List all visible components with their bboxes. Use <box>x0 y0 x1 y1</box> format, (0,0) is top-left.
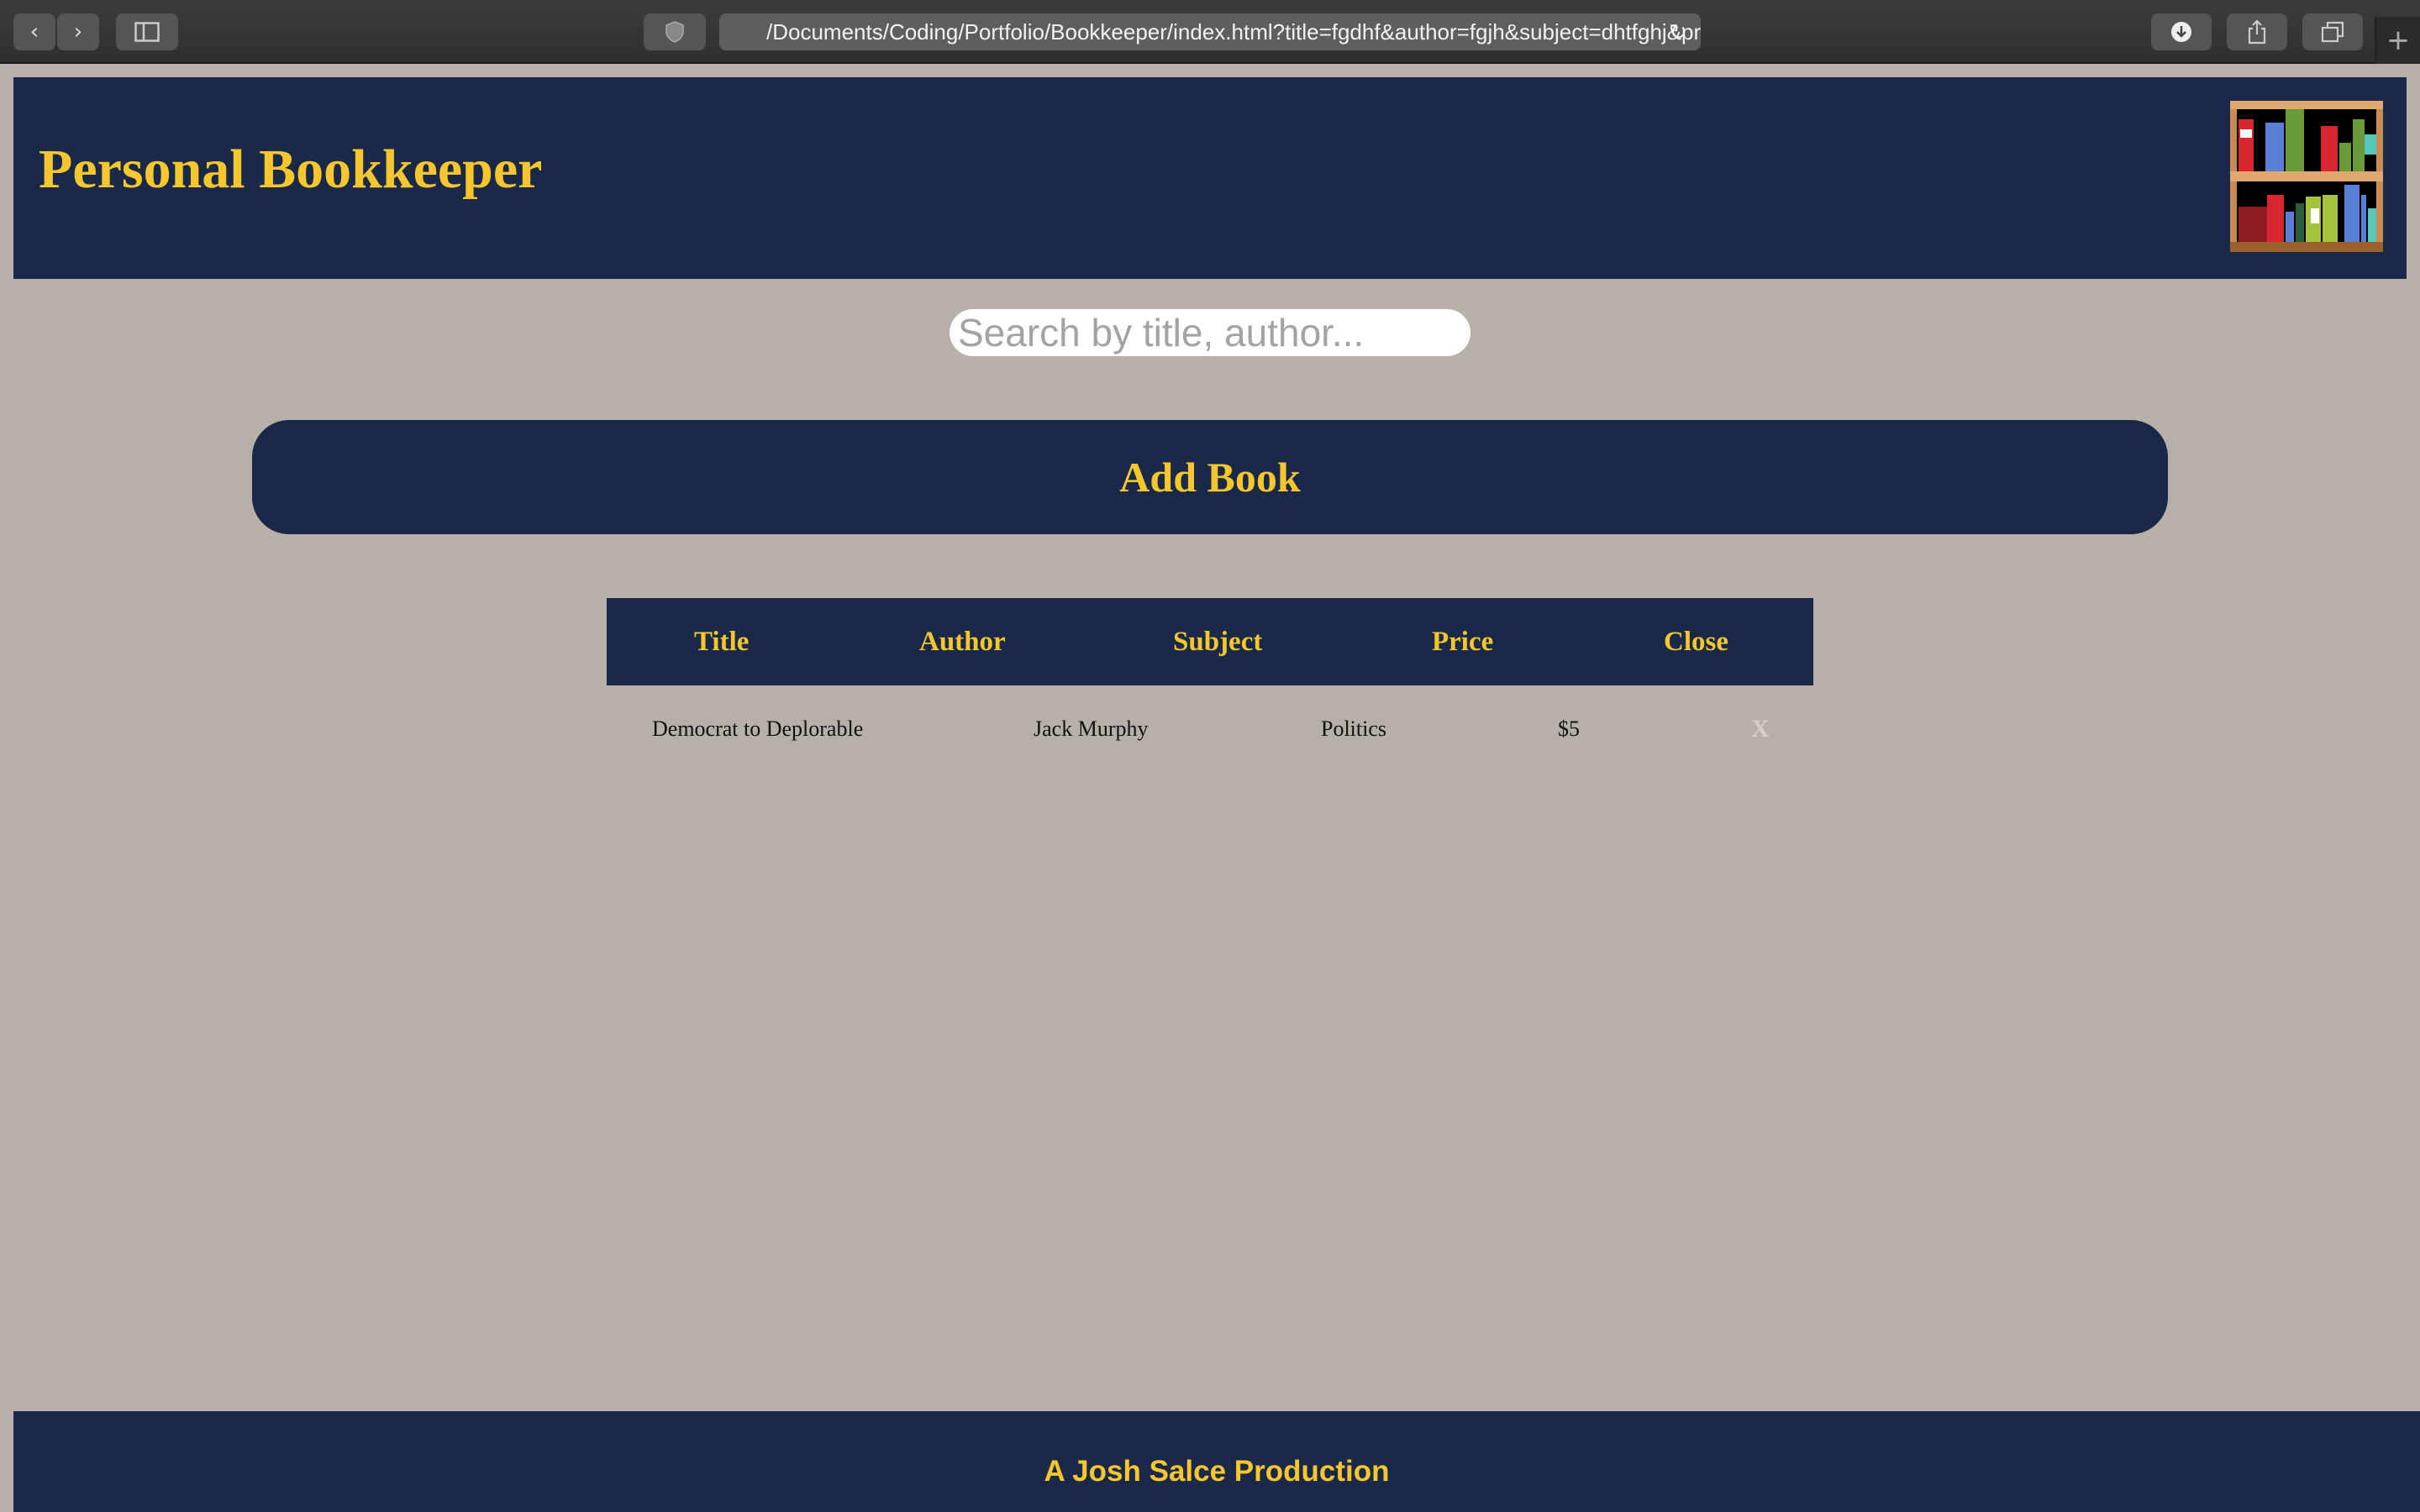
books-table: Title Author Subject Price Close Democra… <box>607 598 1813 773</box>
column-header-close: Close <box>1664 627 1728 657</box>
reload-icon[interactable]: ↻ <box>1669 13 1687 50</box>
address-bar[interactable]: /Documents/Coding/Portfolio/Bookkeeper/i… <box>719 13 1701 50</box>
back-button[interactable]: ‹ <box>13 13 55 50</box>
bookshelf-icon <box>2230 101 2383 252</box>
chevron-left-icon: ‹ <box>29 19 39 45</box>
book-subject: Politics <box>1321 717 1387 741</box>
download-icon <box>2171 22 2191 42</box>
chevron-right-icon: › <box>73 19 83 45</box>
table-row: Democrat to Deplorable Jack Murphy Polit… <box>607 685 1813 773</box>
column-header-title: Title <box>694 627 750 657</box>
downloads-button[interactable] <box>2151 13 2212 50</box>
tabs-overview-button[interactable] <box>2302 13 2363 50</box>
table-header: Title Author Subject Price Close <box>607 598 1813 685</box>
add-book-button[interactable]: Add Book <box>252 420 2168 534</box>
page-title: Personal Bookkeeper <box>39 139 543 200</box>
forward-button[interactable]: › <box>57 13 99 50</box>
share-icon <box>2248 19 2266 45</box>
delete-book-button[interactable]: X <box>1751 685 1770 773</box>
site-footer: A Josh Salce Production <box>13 1411 2420 1512</box>
new-tab-button[interactable]: + <box>2375 17 2420 64</box>
privacy-report-button[interactable] <box>644 13 706 50</box>
book-author: Jack Murphy <box>1034 717 1149 741</box>
browser-toolbar: ‹ › /Documents/Coding/Portfolio/Bookkeep… <box>0 0 2420 64</box>
shield-icon <box>666 21 684 43</box>
sidebar-toggle-button[interactable] <box>116 13 178 50</box>
column-header-author: Author <box>919 627 1006 657</box>
tabs-icon <box>2321 21 2344 43</box>
address-fade <box>719 13 770 50</box>
sidebar-icon <box>134 22 160 42</box>
url-text: /Documents/Coding/Portfolio/Bookkeeper/i… <box>766 19 1701 45</box>
column-header-price: Price <box>1432 627 1494 657</box>
column-header-subject: Subject <box>1173 627 1263 657</box>
share-button[interactable] <box>2227 13 2287 50</box>
site-header: Personal Bookkeeper <box>13 77 2407 279</box>
footer-credit: A Josh Salce Production <box>1044 1455 1390 1488</box>
book-title: Democrat to Deplorable <box>652 717 864 741</box>
book-price: $5 <box>1558 717 1580 741</box>
search-input[interactable] <box>950 309 1470 356</box>
